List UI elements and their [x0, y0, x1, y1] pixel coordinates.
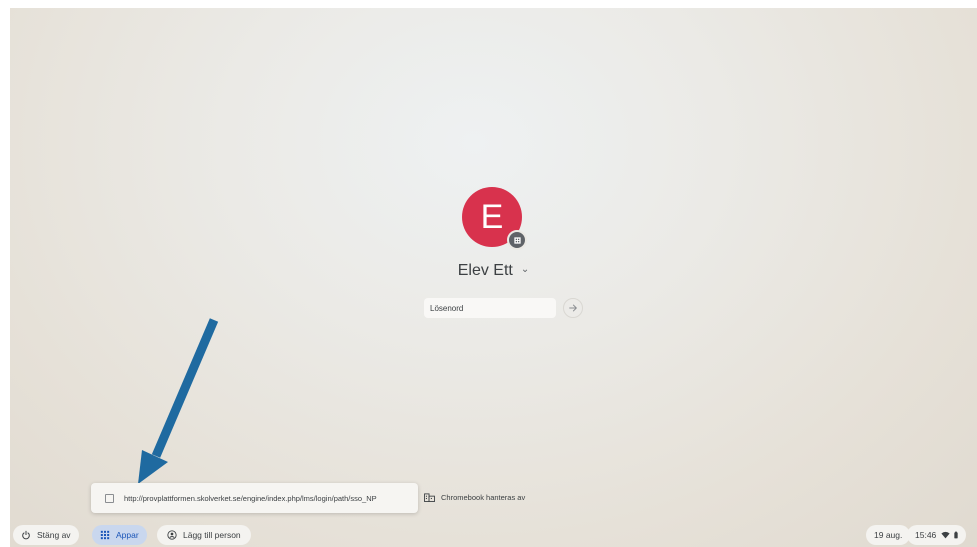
time-label: 15:46	[915, 530, 937, 540]
tooltip-url: http://provplattformen.skolverket.se/eng…	[124, 493, 377, 503]
password-input[interactable]	[424, 298, 556, 318]
add-person-button[interactable]: Lägg till person	[157, 525, 251, 545]
power-icon	[22, 530, 30, 540]
add-person-icon	[167, 530, 177, 540]
apps-label: Appar	[116, 530, 139, 540]
chevron-down-icon: ⌄	[520, 264, 530, 275]
url-tooltip[interactable]: http://provplattformen.skolverket.se/eng…	[91, 483, 418, 513]
grid-icon	[100, 530, 110, 540]
managed-device-notice: Chromebook hanteras av	[424, 493, 525, 502]
blue-arrow-annotation	[138, 318, 219, 484]
avatar-letter: E	[480, 197, 504, 236]
wifi-icon	[941, 531, 950, 539]
arrow-right-icon	[569, 304, 577, 312]
user-name: Elev Ett	[457, 262, 513, 279]
add-person-label: Lägg till person	[183, 530, 241, 540]
status-area[interactable]: 15:46	[907, 525, 967, 545]
login-screen: E Elev Ett ⌄ http://provplattformen.skolv…	[10, 8, 977, 547]
battery-icon	[954, 531, 958, 539]
date-label: 19 aug.	[874, 530, 903, 540]
managed-label: Chromebook hanteras av	[441, 493, 526, 502]
date-display[interactable]: 19 aug.	[866, 525, 911, 545]
user-name-selector[interactable]: Elev Ett ⌄	[10, 262, 977, 280]
page-icon	[105, 493, 114, 503]
shutdown-label: Stäng av	[37, 530, 71, 540]
apps-button[interactable]: Appar	[92, 525, 147, 545]
enterprise-badge-icon	[507, 230, 527, 250]
building-icon	[424, 493, 435, 502]
shutdown-button[interactable]: Stäng av	[13, 525, 79, 545]
submit-button[interactable]	[563, 298, 583, 318]
